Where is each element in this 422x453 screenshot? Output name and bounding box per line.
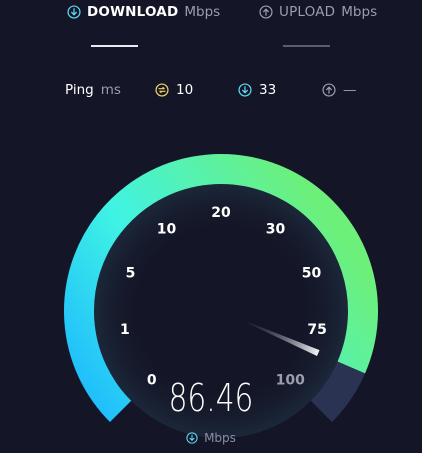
gauge-tick-1: 1	[120, 322, 130, 338]
current-speed-unit: Mbps	[204, 431, 236, 445]
gauge-tick-10: 10	[157, 222, 177, 238]
current-speed-value: 86.46	[168, 376, 254, 420]
download-unit-icon	[186, 432, 198, 444]
gauge-tick-50: 50	[302, 265, 322, 281]
gauge-tick-20: 20	[211, 205, 231, 221]
gauge-tick-30: 30	[266, 222, 286, 238]
gauge-tick-5: 5	[126, 265, 136, 281]
gauge-tick-75: 75	[307, 322, 326, 338]
current-speed-unit-group: Mbps	[0, 431, 422, 445]
